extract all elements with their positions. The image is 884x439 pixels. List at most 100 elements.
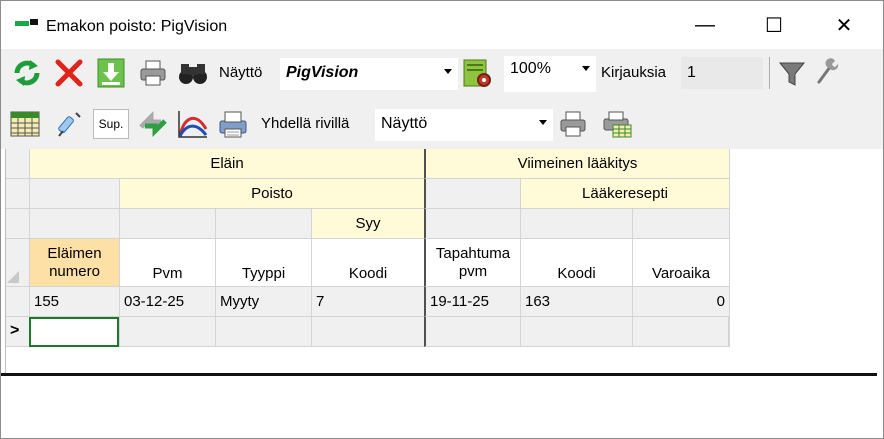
table-cell[interactable] — [520, 317, 632, 347]
subgroup-header-syy: Syy — [311, 209, 424, 239]
search-button[interactable] — [175, 55, 211, 91]
header-blank — [119, 209, 215, 239]
column-header-syy-koodi[interactable]: Koodi — [311, 239, 424, 287]
toolbar-main: Näyttö PigVision 100% Kirjauksia 1 — [1, 49, 883, 97]
refresh-icon — [14, 60, 40, 86]
subgroup-header-laakeresepti: Lääkeresepti — [520, 179, 729, 209]
download-button[interactable] — [93, 55, 129, 91]
table-cell[interactable] — [215, 317, 311, 347]
yhdella-rivilla-select[interactable]: Näyttö — [374, 108, 554, 142]
group-header-viimeinen-laakitys: Viimeinen lääkitys — [424, 149, 729, 179]
print-icon — [140, 60, 166, 86]
header-blank — [29, 179, 119, 209]
binoculars-icon — [179, 64, 207, 84]
group-header-elain: Eläin — [29, 149, 424, 179]
print-button[interactable] — [135, 55, 171, 91]
column-header-varoaika[interactable]: Varoaika — [632, 239, 729, 287]
minimize-button[interactable]: — — [682, 1, 728, 49]
app-window: Emakon poisto: PigVision — ☐ ✕ Näyttö Pi… — [0, 0, 884, 439]
yhdella-rivilla-value: Näyttö — [381, 115, 428, 132]
arrows-icon — [139, 110, 167, 138]
corner-triangle-icon — [7, 271, 19, 283]
table-cell[interactable]: 0 — [632, 287, 729, 317]
column-header-laake-koodi[interactable]: Koodi — [520, 239, 632, 287]
naytto-label: Näyttö — [219, 64, 263, 81]
row-header-blank — [5, 179, 29, 209]
yhdella-rivilla-label: Yhdellä rivillä — [261, 115, 350, 132]
column-header-tapahtuma-pvm[interactable]: Tapahtuma pvm — [424, 239, 520, 287]
table-cell[interactable] — [632, 317, 729, 347]
header-blank — [520, 209, 632, 239]
maximize-button[interactable]: ☐ — [751, 1, 797, 49]
syringe-icon — [58, 112, 81, 137]
delete-icon — [55, 59, 83, 87]
table-cell[interactable]: 163 — [520, 287, 632, 317]
print-icon — [560, 111, 586, 137]
column-header-tyyppi[interactable]: Tyyppi — [215, 239, 311, 287]
zoom-select-value: 100% — [510, 60, 551, 77]
refresh-button[interactable] — [9, 55, 45, 91]
header-blank — [424, 209, 520, 239]
table-cell[interactable] — [119, 317, 215, 347]
active-cell-input[interactable] — [29, 317, 119, 347]
toolbar-secondary: Sup. Yhdellä rivillä Näyttö — [1, 97, 883, 149]
grid-right-border — [729, 149, 730, 347]
report-settings-button[interactable] — [459, 55, 495, 91]
data-grid: Eläin Viimeinen lääkitys Poisto Lääkeres… — [5, 149, 883, 375]
table-cell[interactable]: 7 — [311, 287, 424, 317]
medication-button[interactable] — [51, 107, 85, 141]
row-header[interactable] — [5, 287, 29, 317]
zoom-select[interactable]: 100% — [503, 55, 597, 93]
new-row-marker[interactable]: > — [5, 317, 29, 347]
print-list-button[interactable] — [215, 107, 251, 141]
settings-report-icon — [463, 59, 491, 87]
chart-button[interactable] — [175, 107, 211, 141]
app-icon — [15, 19, 39, 27]
calendar-button[interactable] — [7, 107, 43, 141]
maximize-icon: ☐ — [765, 14, 783, 37]
naytto-select[interactable]: PigVision — [279, 57, 459, 91]
table-cell[interactable] — [311, 317, 424, 347]
delete-button[interactable] — [51, 55, 87, 91]
sup-icon: Sup. — [98, 117, 124, 131]
window-title: Emakon poisto: PigVision — [46, 18, 228, 35]
print-preview-icon — [603, 111, 632, 138]
table-cell[interactable]: Myyty — [215, 287, 311, 317]
subgroup-header-poisto: Poisto — [119, 179, 424, 209]
filter-button[interactable] — [775, 57, 809, 91]
corner-cell — [5, 149, 29, 179]
table-cell[interactable]: 03-12-25 — [119, 287, 215, 317]
splitter-bar[interactable] — [1, 373, 877, 376]
row-header-blank — [5, 209, 29, 239]
kirjauksia-value: 1 — [687, 64, 696, 81]
header-blank — [215, 209, 311, 239]
header-blank — [632, 209, 729, 239]
sup-button[interactable]: Sup. — [93, 109, 129, 139]
chevron-down-icon — [582, 66, 590, 71]
column-header-elaimen-numero[interactable]: Eläimen numero — [29, 239, 119, 287]
tools-button[interactable] — [813, 57, 841, 85]
table-cell[interactable]: 19-11-25 — [424, 287, 520, 317]
column-header-pvm[interactable]: Pvm — [119, 239, 215, 287]
kirjauksia-count: 1 — [681, 57, 763, 89]
header-blank — [29, 209, 119, 239]
download-icon — [97, 58, 125, 88]
print-button-2[interactable] — [555, 107, 591, 141]
kirjauksia-label: Kirjauksia — [601, 64, 667, 81]
chevron-down-icon — [539, 120, 547, 125]
table-cell[interactable] — [424, 317, 520, 347]
naytto-select-value: PigVision — [286, 64, 359, 81]
title-bar: Emakon poisto: PigVision — ☐ ✕ — [1, 1, 883, 49]
wrench-icon — [817, 58, 839, 84]
minimize-icon: — — [695, 13, 715, 36]
select-all-corner[interactable] — [5, 239, 29, 287]
close-icon: ✕ — [835, 14, 853, 37]
table-cell[interactable]: 155 — [29, 287, 119, 317]
toolbar-separator — [769, 57, 770, 89]
curve-chart-icon — [178, 111, 208, 138]
transfer-button[interactable] — [135, 107, 171, 141]
close-button[interactable]: ✕ — [821, 1, 867, 49]
calendar-grid-icon — [10, 111, 40, 137]
print-preview-button[interactable] — [599, 107, 635, 141]
printer-list-icon — [219, 111, 247, 138]
